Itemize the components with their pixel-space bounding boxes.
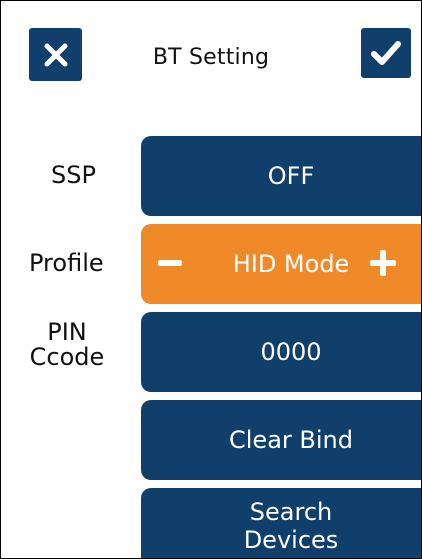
search-devices-button[interactable]: Search Devices [141,488,421,558]
ssp-value: OFF [267,162,315,190]
pin-value: 0000 [260,338,322,366]
pin-label-line1: PIN [47,318,87,346]
clear-bind-label: Clear Bind [229,426,353,454]
pin-label-line2: Ccode [29,343,105,372]
plus-icon[interactable] [370,250,396,276]
clear-bind-button[interactable]: Clear Bind [141,400,421,480]
minus-icon[interactable] [158,260,182,266]
check-icon [371,41,401,65]
profile-selector: HID Mode [141,224,421,304]
ssp-toggle-button[interactable]: OFF [141,136,421,216]
profile-label: Profile [29,249,104,277]
page-title: BT Setting [152,45,270,70]
confirm-button[interactable] [361,28,411,78]
search-label-line2: Devices [243,526,339,554]
pin-code-field[interactable]: 0000 [141,312,421,392]
pin-label: PIN Ccode [9,318,125,372]
profile-value: HID Mode [232,250,350,278]
bt-setting-screen: BT Setting SSP OFF Profile HID Mode PIN … [0,0,422,559]
search-label-line1: Search [249,498,333,526]
